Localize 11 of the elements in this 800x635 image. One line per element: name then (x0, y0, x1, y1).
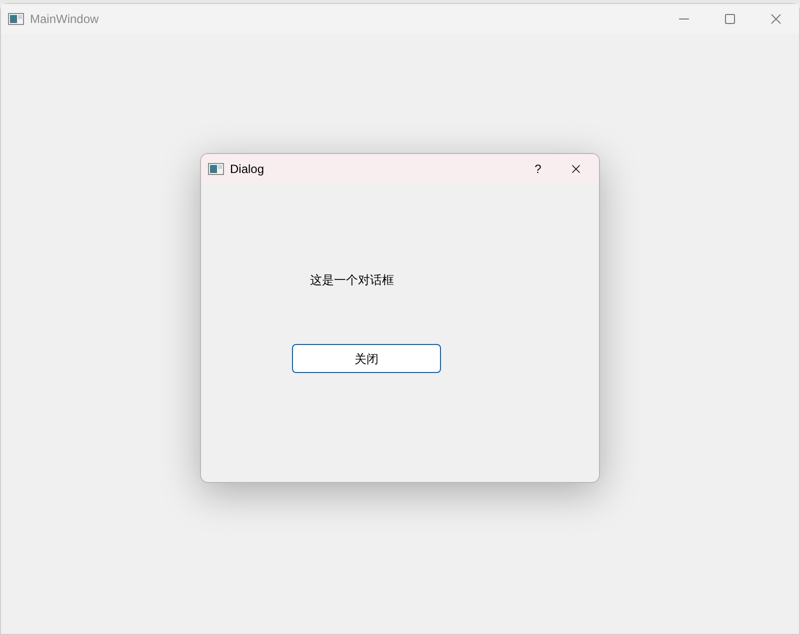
window-title: MainWindow (30, 11, 99, 28)
dialog-title: Dialog (230, 161, 264, 178)
close-icon (569, 162, 583, 176)
minus-icon (679, 18, 689, 20)
close-dialog-button[interactable]: 关闭 (292, 344, 441, 373)
app-icon (208, 163, 224, 175)
close-icon (771, 14, 781, 24)
help-button[interactable]: ? (523, 154, 553, 184)
dialog-message: 这是一个对话框 (310, 272, 394, 289)
app-icon (8, 13, 24, 25)
square-icon (725, 14, 735, 24)
